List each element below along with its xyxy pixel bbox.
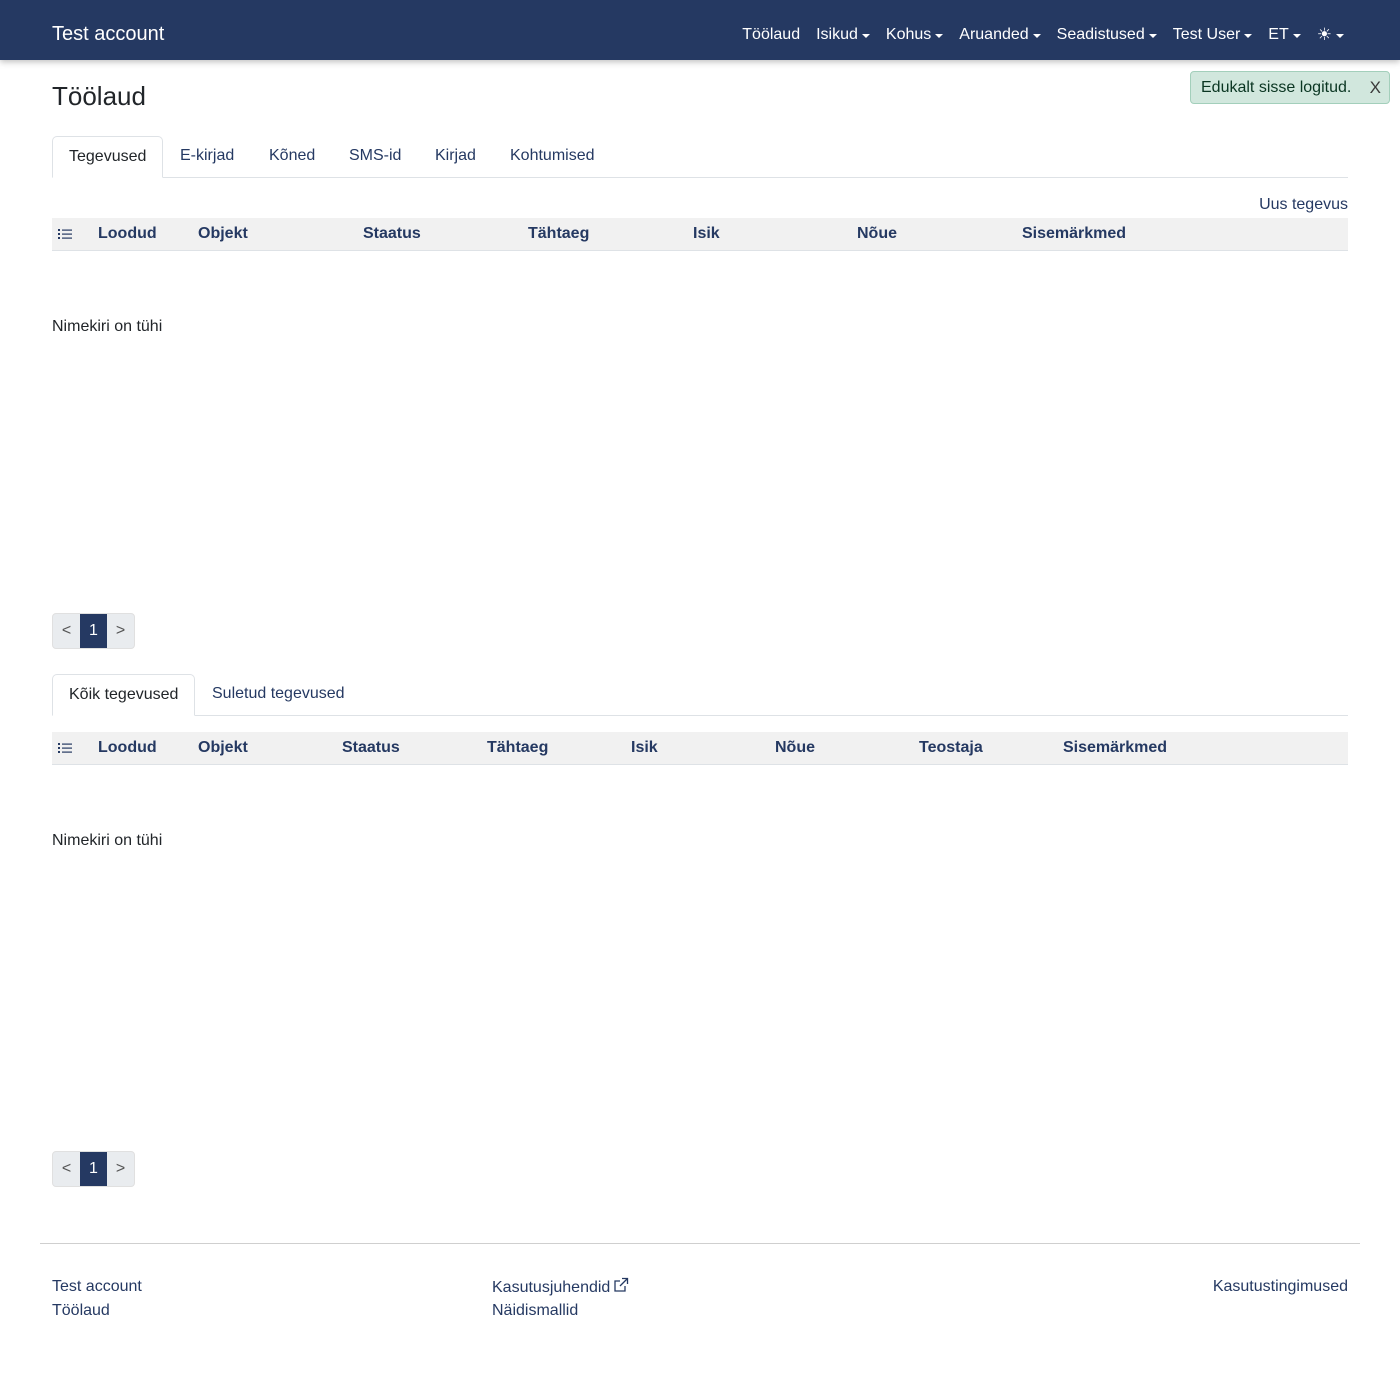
nav-item-language[interactable]: ET xyxy=(1268,24,1301,46)
empty-list-message: Nimekiri on tühi xyxy=(52,832,163,849)
nav-item-aruanded[interactable]: Aruanded xyxy=(959,24,1041,46)
activity-type-tabs: Tegevused E-kirjad Kõned SMS-id Kirjad K… xyxy=(52,136,1348,178)
footer-divider xyxy=(40,1243,1360,1244)
nav-item-user-menu[interactable]: Test User xyxy=(1173,24,1253,46)
page-title: Töölaud xyxy=(52,81,146,111)
tab-kirjad[interactable]: Kirjad xyxy=(419,136,492,178)
column-header-staatus[interactable]: Staatus xyxy=(363,218,421,250)
column-settings-icon[interactable] xyxy=(57,740,73,756)
nav-item-label: ET xyxy=(1268,26,1289,43)
column-header-staatus[interactable]: Staatus xyxy=(342,732,400,764)
nav-item-label: Aruanded xyxy=(959,26,1029,43)
next-page-button[interactable]: > xyxy=(107,614,134,648)
success-alert: Edukalt sisse logitud. X xyxy=(1190,71,1390,104)
column-header-tahtaeg[interactable]: Tähtaeg xyxy=(487,732,548,764)
tab-e-kirjad[interactable]: E-kirjad xyxy=(164,136,250,178)
caret-down-icon xyxy=(1336,34,1344,38)
external-link-icon xyxy=(614,1277,629,1292)
caret-down-icon xyxy=(1244,34,1253,38)
column-header-objekt[interactable]: Objekt xyxy=(198,218,248,250)
nav-item-isikud[interactable]: Isikud xyxy=(816,24,870,46)
caret-down-icon xyxy=(935,34,944,38)
nav-item-seadistused[interactable]: Seadistused xyxy=(1057,24,1157,46)
footer-link-templates[interactable]: Näidismallid xyxy=(492,1301,578,1321)
pagination: < 1 > xyxy=(52,613,135,649)
column-header-isik[interactable]: Isik xyxy=(631,732,658,764)
column-header-noue[interactable]: Nõue xyxy=(857,218,897,250)
nav-menu: Töölaud Isikud Kohus Aruanded Seadistuse… xyxy=(742,24,1344,46)
footer-link-user-guides[interactable]: Kasutusjuhendid xyxy=(492,1277,629,1298)
tab-sms-id[interactable]: SMS-id xyxy=(333,136,417,178)
column-header-tahtaeg[interactable]: Tähtaeg xyxy=(528,218,589,250)
next-page-button[interactable]: > xyxy=(107,1152,134,1186)
top-navbar: Test account Töölaud Isikud Kohus Aruand… xyxy=(0,0,1400,60)
footer-link-account[interactable]: Test account xyxy=(52,1277,142,1297)
column-header-teostaja[interactable]: Teostaja xyxy=(919,732,983,764)
column-header-isik[interactable]: Isik xyxy=(693,218,720,250)
tab-koik-tegevused[interactable]: Kõik tegevused xyxy=(52,674,196,716)
column-header-noue[interactable]: Nõue xyxy=(775,732,815,764)
footer-link-label: Kasutusjuhendid xyxy=(492,1279,611,1296)
nav-item-kohus[interactable]: Kohus xyxy=(885,24,944,46)
empty-list-message: Nimekiri on tühi xyxy=(52,318,163,335)
nav-item-label: Töölaud xyxy=(742,26,801,43)
table-header: Loodud Objekt Staatus Tähtaeg Isik Nõue … xyxy=(52,732,1348,765)
tab-suletud-tegevused[interactable]: Suletud tegevused xyxy=(196,674,361,716)
brand-link[interactable]: Test account xyxy=(52,22,164,46)
nav-item-label: Test User xyxy=(1172,26,1241,43)
page-button-current[interactable]: 1 xyxy=(80,1152,107,1186)
tab-koned[interactable]: Kõned xyxy=(253,136,331,178)
caret-down-icon xyxy=(861,34,870,38)
prev-page-button[interactable]: < xyxy=(53,1152,80,1186)
new-activity-link[interactable]: Uus tegevus xyxy=(1259,196,1348,214)
column-header-loodud[interactable]: Loodud xyxy=(98,732,157,764)
nav-item-label: Isikud xyxy=(816,26,858,43)
tab-tegevused[interactable]: Tegevused xyxy=(52,136,164,178)
nav-item-label: Kohus xyxy=(885,26,932,43)
nav-item-label: Seadistused xyxy=(1056,26,1145,43)
activity-filter-tabs: Kõik tegevused Suletud tegevused xyxy=(52,674,1348,716)
footer-link-terms[interactable]: Kasutustingimused xyxy=(1213,1277,1348,1297)
footer-link-toolaud[interactable]: Töölaud xyxy=(52,1301,110,1321)
prev-page-button[interactable]: < xyxy=(53,614,80,648)
column-header-sisemarkmed[interactable]: Sisemärkmed xyxy=(1063,732,1167,764)
caret-down-icon xyxy=(1292,34,1301,38)
sun-icon: ☀ xyxy=(1316,25,1332,44)
tab-kohtumised[interactable]: Kohtumised xyxy=(494,136,611,178)
column-header-sisemarkmed[interactable]: Sisemärkmed xyxy=(1022,218,1126,250)
table-header: Loodud Objekt Staatus Tähtaeg Isik Nõue … xyxy=(52,218,1348,251)
caret-down-icon xyxy=(1032,34,1041,38)
page-button-current[interactable]: 1 xyxy=(80,614,107,648)
column-header-loodud[interactable]: Loodud xyxy=(98,218,157,250)
nav-item-toolaud[interactable]: Töölaud xyxy=(742,24,800,46)
alert-close-button[interactable]: X xyxy=(1370,79,1381,97)
caret-down-icon xyxy=(1148,34,1157,38)
alert-message: Edukalt sisse logitud. xyxy=(1201,79,1352,96)
pagination: < 1 > xyxy=(52,1151,135,1187)
column-settings-icon[interactable] xyxy=(57,226,73,242)
column-header-objekt[interactable]: Objekt xyxy=(198,732,248,764)
theme-toggle[interactable]: ☀ xyxy=(1317,24,1344,46)
